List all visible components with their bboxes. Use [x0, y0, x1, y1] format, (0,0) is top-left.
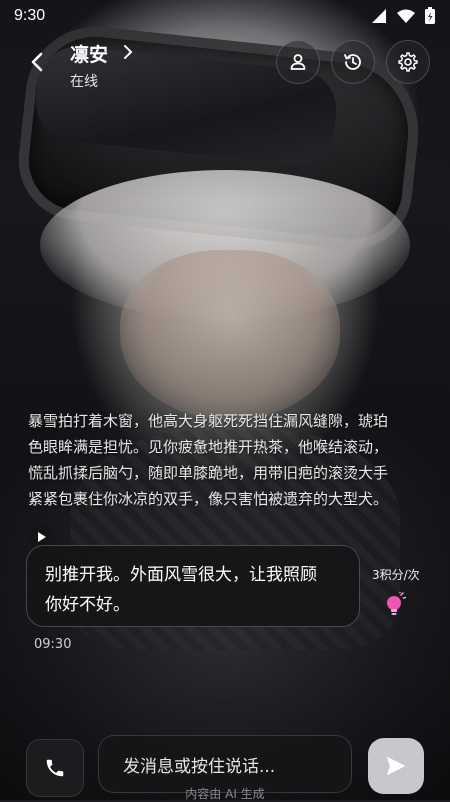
message-bubble[interactable]: 别推开我。外面风雪很大，让我照顾 你好不好。: [26, 545, 360, 627]
message-input-placeholder: 发消息或按住说话...: [123, 756, 276, 777]
background-overlay: [0, 0, 450, 800]
phone-icon: [46, 759, 64, 777]
status-time: 9:30: [14, 7, 46, 24]
chevron-left-icon: [31, 52, 43, 72]
history-button[interactable]: [331, 40, 375, 84]
chevron-right-icon: [123, 44, 133, 63]
profile-button[interactable]: [276, 40, 320, 84]
narration-line: 色眼眸满是担忧。见你疲惫地推开热茶，他喉结滚动，: [28, 438, 389, 456]
narration-text: 暴雪拍打着木窗，他高大身躯死死挡住漏风缝隙，琥珀 色眼眸满是担忧。见你疲惫地推开…: [28, 408, 428, 512]
history-icon: [344, 54, 361, 70]
message-line: 你好不好。: [45, 595, 130, 615]
online-status: 在线: [70, 74, 98, 90]
status-bar: 9:30: [0, 0, 450, 32]
narration-line: 紧紧包裹住你冰凉的双手，像只害怕被遗弃的大型犬。: [28, 490, 389, 508]
send-icon: [387, 757, 405, 775]
ai-disclaimer: 内容由 AI 生成: [185, 787, 265, 801]
system-icons: [370, 7, 436, 25]
settings-button[interactable]: [386, 40, 430, 84]
signal-icon: [372, 9, 386, 23]
background-illustration: [0, 0, 450, 800]
back-button[interactable]: [26, 50, 50, 74]
character-name: 凛安: [70, 44, 109, 66]
lightbulb-icon: [387, 590, 407, 615]
character-header[interactable]: 凛安 在线: [70, 40, 133, 91]
person-icon: [290, 54, 306, 70]
battery-icon: [425, 7, 435, 24]
message-line: 别推开我。外面风雪很大，让我照顾: [45, 565, 317, 585]
narration-line: 暴雪拍打着木窗，他高大身躯死死挡住漏风缝隙，琥珀: [28, 412, 389, 430]
message-time: 09:30: [34, 637, 72, 652]
narration-line: 慌乱抓揉后脑勺，随即单膝跪地，用带旧疤的滚烫大手: [28, 464, 389, 482]
gear-icon: [398, 52, 418, 72]
lightbulb-button[interactable]: [384, 590, 407, 618]
play-icon: [38, 532, 46, 542]
wifi-icon: [397, 9, 415, 23]
cost-label: 3积分/次: [372, 568, 420, 582]
